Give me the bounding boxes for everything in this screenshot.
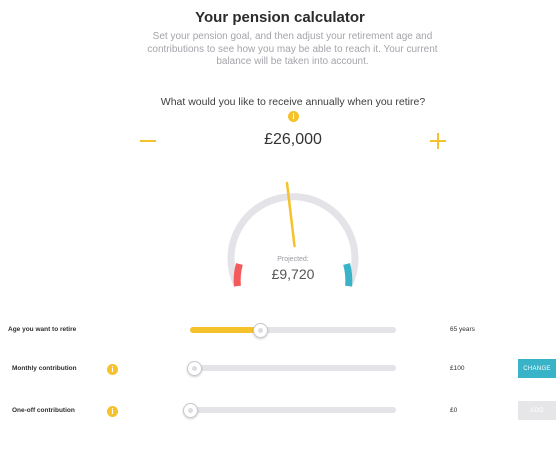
monthly-contribution-slider[interactable]	[187, 361, 396, 376]
add-contribution-button[interactable]: ADD	[518, 401, 556, 420]
info-icon[interactable]: i	[107, 364, 118, 375]
gauge-low-segment	[233, 263, 243, 287]
change-contribution-button[interactable]: CHANGE	[518, 359, 556, 378]
one-off-contribution-thumb[interactable]	[183, 403, 198, 418]
gauge-high-segment	[343, 263, 353, 287]
monthly-contribution-label: Monthly contribution	[12, 365, 77, 372]
retirement-age-label: Age you want to retire	[8, 326, 77, 333]
one-off-contribution-slider[interactable]	[183, 403, 396, 418]
one-off-contribution-label: One-off contribution	[12, 407, 75, 414]
info-icon[interactable]: i	[107, 406, 118, 417]
retirement-age-slider[interactable]	[190, 323, 396, 338]
info-icon[interactable]: i	[288, 111, 299, 122]
projected-value: £9,720	[271, 266, 315, 282]
retirement-age-value: 65 years	[450, 326, 475, 333]
gauge-pointer	[285, 181, 296, 248]
retirement-age-thumb[interactable]	[253, 323, 268, 338]
retirement-age-fill	[190, 327, 260, 333]
page-title: Your pension calculator	[195, 9, 365, 26]
goal-question: What would you like to receive annually …	[160, 96, 426, 108]
projected-label: Projected:	[277, 256, 309, 263]
page-subtitle: Set your pension goal, and then adjust y…	[147, 31, 438, 67]
decrease-goal-button[interactable]	[138, 131, 158, 151]
one-off-contribution-value: £0	[450, 407, 458, 414]
monthly-contribution-value: £100	[450, 365, 465, 372]
increase-goal-button[interactable]	[428, 131, 448, 151]
monthly-contribution-thumb[interactable]	[187, 361, 202, 376]
goal-amount: £26,000	[264, 131, 322, 148]
